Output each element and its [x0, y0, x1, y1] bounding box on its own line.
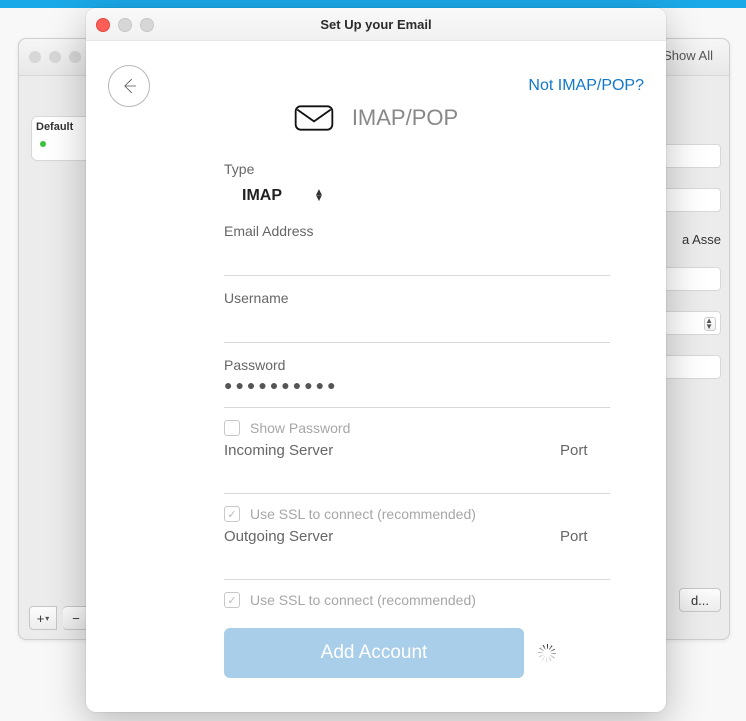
- background-field[interactable]: [659, 355, 721, 379]
- background-field[interactable]: [659, 144, 721, 168]
- arrow-left-icon: [119, 76, 139, 96]
- back-button[interactable]: [108, 65, 150, 107]
- status-dot-icon: [40, 141, 46, 147]
- background-right-column: a Asse ▲▼: [659, 144, 721, 379]
- outgoing-server-label: Outgoing Server: [224, 528, 534, 545]
- type-label: Type: [224, 161, 610, 177]
- add-account-button[interactable]: +▾: [29, 606, 57, 630]
- email-field[interactable]: [224, 243, 610, 276]
- modal-body: Not IMAP/POP? IMAP/POP Type IMAP ▲▼ Emai…: [86, 41, 666, 712]
- protocol-label: IMAP/POP: [352, 105, 458, 131]
- traffic-min-icon[interactable]: [49, 51, 61, 63]
- modal-titlebar: Set Up your Email: [86, 8, 666, 41]
- type-value: IMAP: [242, 187, 282, 205]
- incoming-ssl-row[interactable]: Use SSL to connect (recommended): [224, 506, 610, 522]
- add-account-button[interactable]: Add Account: [224, 628, 524, 678]
- submit-row: Add Account: [224, 628, 610, 678]
- account-card-label: Default: [36, 121, 92, 133]
- traffic-close-icon[interactable]: [29, 51, 41, 63]
- add-remove-bar: +▾ −: [29, 606, 90, 630]
- incoming-port-field[interactable]: [556, 461, 610, 493]
- zoom-icon: [140, 18, 154, 32]
- email-label: Email Address: [224, 223, 610, 239]
- envelope-icon: [294, 103, 334, 133]
- password-label: Password: [224, 357, 610, 373]
- modal-title: Set Up your Email: [86, 17, 666, 32]
- background-field[interactable]: [659, 267, 721, 291]
- checkbox-icon[interactable]: [224, 420, 240, 436]
- incoming-server-label: Incoming Server: [224, 442, 534, 459]
- checkbox-checked-icon[interactable]: [224, 506, 240, 522]
- account-form: Type IMAP ▲▼ Email Address Username Pass…: [224, 157, 610, 678]
- password-field[interactable]: ●●●●●●●●●●: [224, 377, 610, 408]
- type-select[interactable]: IMAP ▲▼: [224, 183, 342, 209]
- chevron-up-down-icon: ▲▼: [314, 190, 324, 202]
- username-label: Username: [224, 290, 610, 306]
- show-password-label: Show Password: [250, 420, 350, 436]
- outgoing-port-field[interactable]: [556, 547, 610, 579]
- outgoing-port-label: Port: [560, 528, 610, 545]
- background-select[interactable]: ▲▼: [659, 311, 721, 335]
- incoming-port-label: Port: [560, 442, 610, 459]
- incoming-server-field[interactable]: [224, 461, 530, 493]
- outgoing-server-field[interactable]: [224, 547, 530, 579]
- checkbox-checked-icon[interactable]: [224, 592, 240, 608]
- show-all-button[interactable]: Show All: [657, 45, 719, 66]
- background-field[interactable]: [659, 188, 721, 212]
- background-text-stub: a Asse: [682, 232, 721, 247]
- show-password-row[interactable]: Show Password: [224, 420, 610, 436]
- close-icon[interactable]: [96, 18, 110, 32]
- protocol-brand: IMAP/POP: [86, 103, 666, 133]
- modal-traffic-lights: [96, 18, 154, 32]
- setup-email-modal: Set Up your Email Not IMAP/POP? IMAP/POP…: [86, 8, 666, 712]
- username-field[interactable]: [224, 310, 610, 343]
- not-imap-pop-link[interactable]: Not IMAP/POP?: [528, 77, 644, 95]
- outgoing-ssl-label: Use SSL to connect (recommended): [250, 592, 476, 608]
- app-topbar: [0, 0, 746, 8]
- background-action-button[interactable]: d...: [679, 588, 721, 612]
- outgoing-ssl-row[interactable]: Use SSL to connect (recommended): [224, 592, 610, 608]
- traffic-zoom-icon[interactable]: [69, 51, 81, 63]
- incoming-ssl-label: Use SSL to connect (recommended): [250, 506, 476, 522]
- minimize-icon: [118, 18, 132, 32]
- spinner-icon: [538, 644, 556, 662]
- background-traffic-lights: [29, 51, 81, 63]
